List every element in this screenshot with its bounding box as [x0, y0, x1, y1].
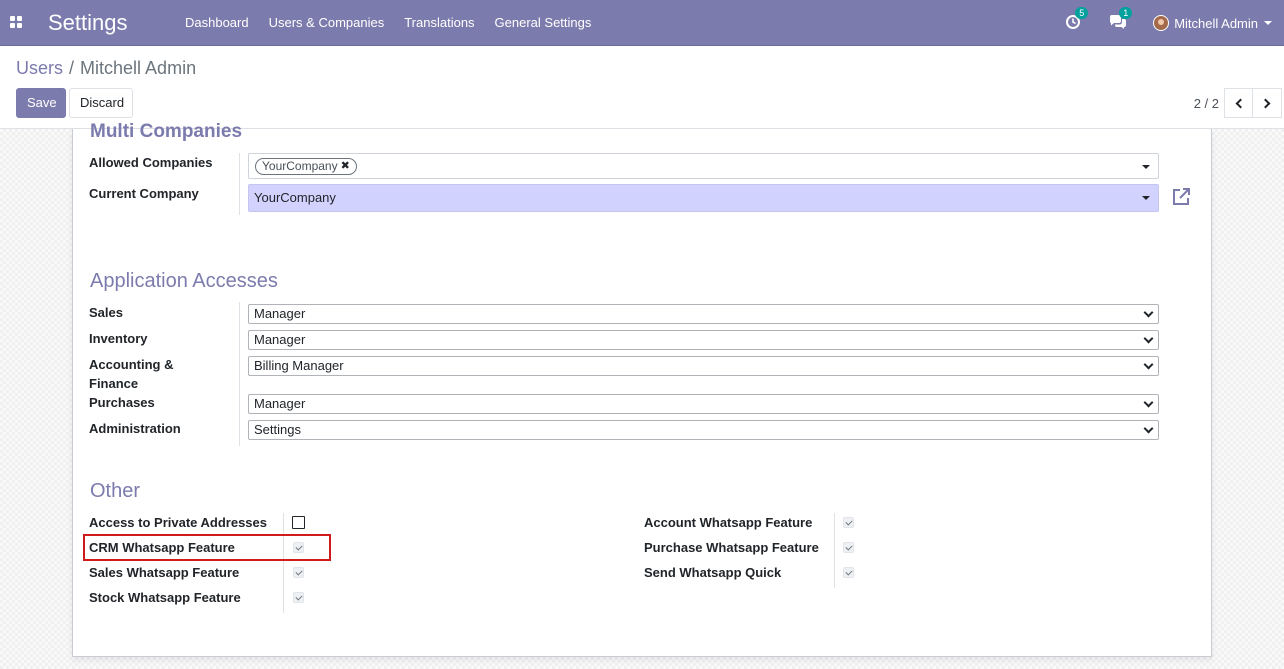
messaging-icon[interactable]: 1 [1109, 7, 1133, 32]
breadcrumb-users-link[interactable]: Users [16, 58, 63, 78]
company-tag-label: YourCompany [262, 159, 338, 173]
section-title-other: Other [90, 480, 141, 502]
accounting-access-value: Billing Manager [254, 358, 344, 373]
dropdown-caret-icon[interactable] [1142, 196, 1150, 200]
messages-badge: 1 [1119, 7, 1133, 19]
accounting-access-select[interactable]: Billing Manager [248, 356, 1159, 376]
user-name: Mitchell Admin [1174, 15, 1258, 31]
chevron-down-icon [1143, 307, 1154, 318]
sales-whatsapp-checkbox[interactable] [293, 567, 304, 578]
form-sheet: Multi Companies Allowed Companies Curren… [72, 121, 1212, 657]
label-sales: Sales [89, 305, 123, 320]
discard-button[interactable]: Discard [69, 88, 133, 118]
sales-access-value: Manager [254, 306, 306, 321]
apps-menu-icon[interactable] [10, 16, 22, 28]
pager: 2 / 2 [1194, 88, 1282, 118]
label-inventory: Inventory [89, 331, 148, 346]
activity-clock-icon[interactable]: 5 [1065, 7, 1089, 32]
company-tag: YourCompany ✖ [255, 158, 357, 175]
field-divider [834, 513, 835, 588]
label-purchases: Purchases [89, 395, 155, 410]
form-view-background: Multi Companies Allowed Companies Curren… [0, 121, 1284, 669]
chevron-left-icon [1235, 98, 1245, 108]
stock-whatsapp-checkbox[interactable] [293, 592, 304, 603]
remove-tag-icon[interactable]: ✖ [341, 159, 350, 174]
external-link-icon[interactable] [1171, 187, 1191, 207]
sales-access-select[interactable]: Manager [248, 304, 1159, 324]
menu-translations[interactable]: Translations [394, 0, 484, 46]
section-title-multi-companies: Multi Companies [90, 121, 243, 142]
breadcrumb-current: Mitchell Admin [80, 58, 197, 78]
top-navbar: Settings Dashboard Users & Companies Tra… [0, 0, 1284, 46]
label-sales-whatsapp: Sales Whatsapp Feature [89, 565, 240, 580]
menu-dashboard[interactable]: Dashboard [175, 0, 259, 46]
highlight-annotation-box [83, 534, 331, 561]
label-send-whatsapp-quick: Send Whatsapp Quick [644, 565, 782, 580]
save-button[interactable]: Save [16, 88, 66, 118]
chevron-down-icon [1143, 359, 1154, 370]
user-menu[interactable]: Mitchell Admin [1153, 15, 1284, 31]
send-whatsapp-quick-checkbox[interactable] [843, 567, 854, 578]
dropdown-caret-icon[interactable] [1142, 165, 1150, 169]
private-addresses-checkbox[interactable] [292, 516, 305, 529]
administration-access-select[interactable]: Settings [248, 420, 1159, 440]
label-private-addresses: Access to Private Addresses [89, 515, 268, 530]
chevron-right-icon [1260, 98, 1271, 108]
menu-users-companies[interactable]: Users & Companies [259, 0, 395, 46]
breadcrumb-separator: / [69, 58, 75, 78]
breadcrumb: Users / Mitchell Admin [16, 58, 196, 79]
administration-access-value: Settings [254, 422, 301, 437]
label-administration: Administration [89, 421, 181, 436]
current-company-field[interactable]: YourCompany [248, 184, 1159, 212]
inventory-access-value: Manager [254, 332, 306, 347]
systray: 5 1 Mitchell Admin [1065, 0, 1284, 46]
activity-badge: 5 [1075, 7, 1089, 19]
label-accounting-finance: Accounting & Finance [89, 357, 174, 391]
caret-down-icon [1264, 21, 1272, 25]
pager-next-button[interactable] [1253, 88, 1282, 118]
purchase-whatsapp-checkbox[interactable] [843, 542, 854, 553]
field-divider [283, 513, 284, 613]
field-divider [239, 153, 240, 215]
label-account-whatsapp: Account Whatsapp Feature [644, 515, 813, 530]
chevron-down-icon [1143, 397, 1154, 408]
field-divider [239, 302, 240, 446]
chevron-down-icon [1143, 333, 1154, 344]
pager-previous-button[interactable] [1224, 88, 1253, 118]
control-panel: Users / Mitchell Admin Save Discard 2 / 2 [0, 46, 1284, 129]
pager-value[interactable]: 2 / 2 [1194, 96, 1219, 111]
purchases-access-select[interactable]: Manager [248, 394, 1159, 414]
purchases-access-value: Manager [254, 396, 306, 411]
label-stock-whatsapp: Stock Whatsapp Feature [89, 590, 241, 605]
main-menu: Dashboard Users & Companies Translations… [175, 0, 601, 46]
allowed-companies-field[interactable]: YourCompany ✖ [248, 153, 1159, 179]
inventory-access-select[interactable]: Manager [248, 330, 1159, 350]
app-title: Settings [48, 10, 128, 35]
current-company-value: YourCompany [254, 190, 336, 205]
label-current-company: Current Company [89, 186, 199, 201]
menu-general-settings[interactable]: General Settings [485, 0, 602, 46]
chevron-down-icon [1143, 423, 1154, 434]
label-purchase-whatsapp: Purchase Whatsapp Feature [644, 540, 819, 555]
avatar [1153, 15, 1170, 31]
label-allowed-companies: Allowed Companies [89, 155, 213, 170]
account-whatsapp-checkbox[interactable] [843, 517, 854, 528]
section-title-application-accesses: Application Accesses [90, 270, 278, 292]
